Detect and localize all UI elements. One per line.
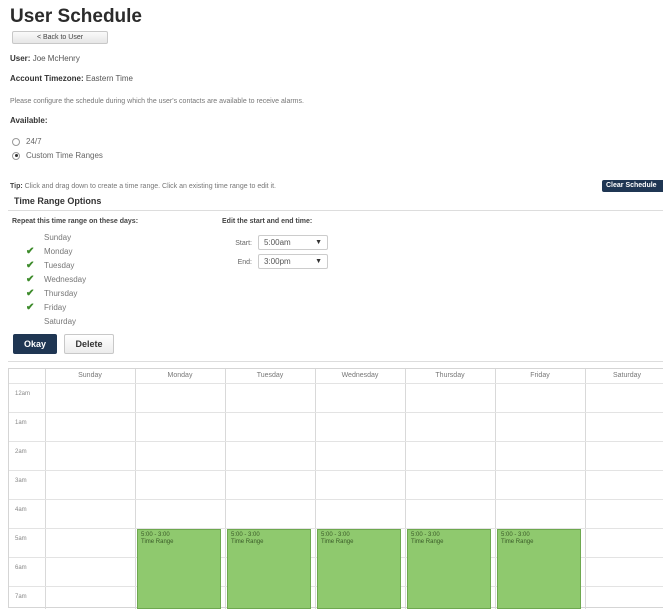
start-label: Start: <box>235 240 252 247</box>
checkmark-icon[interactable]: ✔ <box>26 274 36 285</box>
divider <box>8 361 663 362</box>
checkmark-icon[interactable]: ✔ <box>26 302 36 313</box>
grid-line <box>9 441 663 442</box>
time-range-event-wednesday[interactable]: 5:00 - 3:00 Time Range <box>317 529 401 609</box>
edit-time-heading: Edit the start and end time: <box>222 218 313 225</box>
day-checkbox-sunday[interactable]: Sunday <box>26 232 71 243</box>
grid-line <box>9 470 663 471</box>
time-range-event-tuesday[interactable]: 5:00 - 3:00 Time Range <box>227 529 311 609</box>
chevron-down-icon: ▼ <box>315 239 322 246</box>
end-label: End: <box>237 259 252 266</box>
page-title: User Schedule <box>10 6 142 27</box>
col-header-monday: Monday <box>167 372 193 379</box>
checkmark-icon[interactable]: ✔ <box>26 288 36 299</box>
okay-button[interactable]: Okay <box>13 334 57 354</box>
unchecked-box[interactable] <box>26 233 36 243</box>
day-checkbox-friday[interactable]: ✔ Friday <box>26 302 66 313</box>
start-time-select[interactable]: 5:00am ▼ <box>258 235 328 250</box>
radio-icon[interactable] <box>12 137 20 146</box>
hour-label: 4am <box>15 507 27 513</box>
col-header-sunday: Sunday <box>78 372 102 379</box>
user-name: Joe McHenry <box>32 54 80 63</box>
weekly-calendar[interactable]: Sunday Monday Tuesday Wednesday Thursday… <box>8 368 663 609</box>
back-to-user-button[interactable]: < Back to User <box>12 31 108 44</box>
repeat-heading: Repeat this time range on these days: <box>12 218 139 225</box>
user-label: User: <box>10 54 31 63</box>
hour-label: 12am <box>15 391 31 397</box>
grid-line <box>495 369 496 609</box>
grid-line <box>9 383 663 384</box>
hour-label: 2am <box>15 449 27 455</box>
unchecked-box[interactable] <box>26 317 36 327</box>
available-label: Available: <box>10 116 48 125</box>
divider <box>8 210 663 211</box>
col-header-thursday: Thursday <box>435 372 465 379</box>
col-header-wednesday: Wednesday <box>341 372 379 379</box>
col-header-saturday: Saturday <box>612 372 642 379</box>
day-checkbox-monday[interactable]: ✔ Monday <box>26 246 72 257</box>
user-line: User: Joe McHenry <box>10 54 80 63</box>
chevron-down-icon: ▼ <box>315 258 322 265</box>
col-header-tuesday: Tuesday <box>256 372 284 379</box>
timezone-label: Account Timezone: <box>10 74 84 83</box>
grid-line <box>225 369 226 609</box>
radio-24-7[interactable]: 24/7 <box>12 137 42 146</box>
radio-label: Custom Time Ranges <box>26 151 103 160</box>
time-range-event-monday[interactable]: 5:00 - 3:00 Time Range <box>137 529 221 609</box>
time-range-event-friday[interactable]: 5:00 - 3:00 Time Range <box>497 529 581 609</box>
grid-line <box>9 499 663 500</box>
hour-label: 5am <box>15 536 27 542</box>
timezone-line: Account Timezone: Eastern Time <box>10 74 133 83</box>
tip-text: Tip: Click and drag down to create a tim… <box>10 183 277 190</box>
col-header-friday: Friday <box>530 372 550 379</box>
time-range-event-thursday[interactable]: 5:00 - 3:00 Time Range <box>407 529 491 609</box>
checkmark-icon[interactable]: ✔ <box>26 246 36 257</box>
grid-line <box>45 369 46 609</box>
hour-label: 7am <box>15 594 27 600</box>
timezone-value: Eastern Time <box>85 74 134 83</box>
radio-custom-time-ranges[interactable]: Custom Time Ranges <box>12 151 103 160</box>
radio-selected-icon[interactable] <box>12 151 20 160</box>
hour-label: 6am <box>15 565 27 571</box>
grid-line <box>585 369 586 609</box>
day-checkbox-tuesday[interactable]: ✔ Tuesday <box>26 260 74 271</box>
time-range-options-title: Time Range Options <box>14 196 102 206</box>
grid-line <box>315 369 316 609</box>
clear-schedule-button[interactable]: Clear Schedule <box>602 180 663 192</box>
day-checkbox-wednesday[interactable]: ✔ Wednesday <box>26 274 86 285</box>
hour-label: 3am <box>15 478 27 484</box>
radio-label: 24/7 <box>26 137 42 146</box>
day-checkbox-saturday[interactable]: Saturday <box>26 316 76 327</box>
end-time-select[interactable]: 3:00pm ▼ <box>258 254 328 269</box>
schedule-description: Please configure the schedule during whi… <box>10 98 304 105</box>
grid-line <box>405 369 406 609</box>
hour-label: 1am <box>15 420 27 426</box>
grid-line <box>9 412 663 413</box>
delete-button[interactable]: Delete <box>64 334 114 354</box>
checkmark-icon[interactable]: ✔ <box>26 260 36 271</box>
day-checkbox-thursday[interactable]: ✔ Thursday <box>26 288 77 299</box>
grid-line <box>135 369 136 609</box>
